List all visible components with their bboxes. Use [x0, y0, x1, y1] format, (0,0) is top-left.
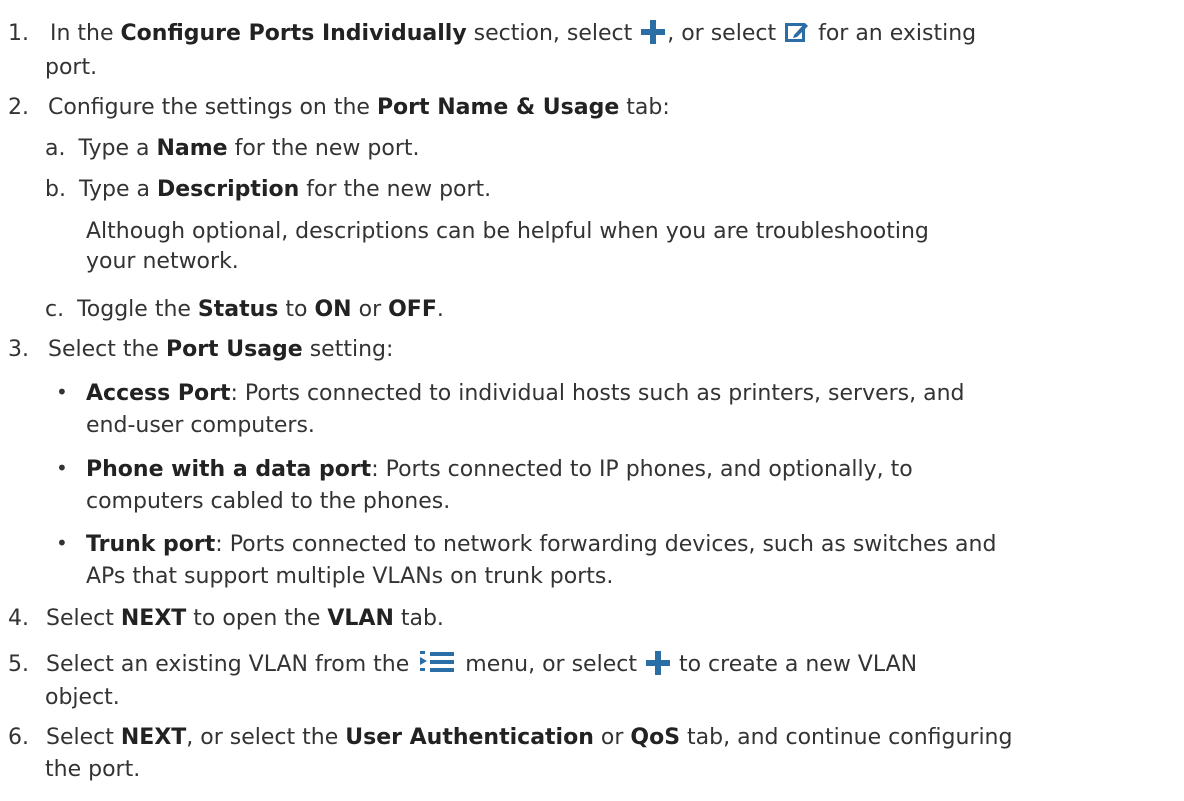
step-2b-note: Although optional, descriptions can be h…	[86, 219, 929, 244]
step-number: 1.	[8, 21, 29, 46]
edit-icon	[785, 21, 809, 43]
step-2b: b. Type a Description for the new port.	[45, 177, 492, 202]
step-2a: a. Type a Name for the new port.	[45, 136, 420, 161]
list-item-continued: end-user computers.	[86, 413, 315, 438]
step-number: 3.	[8, 337, 29, 362]
list-item-continued: computers cabled to the phones.	[86, 489, 451, 514]
bold-term: NEXT	[120, 725, 187, 750]
step-1-continued: port.	[45, 55, 98, 80]
bold-term: Configure Ports Individually	[120, 21, 467, 46]
bold-term: Port Usage	[165, 337, 303, 362]
list-item-trunk-port: Trunk port: Ports connected to network f…	[86, 532, 997, 557]
plus-icon	[645, 651, 670, 675]
bold-term: OFF	[388, 297, 437, 322]
bold-term: Name	[156, 136, 228, 161]
step-number: 4.	[8, 606, 29, 631]
step-3: 3. Select the Port Usage setting:	[8, 337, 394, 362]
bold-term: Phone with a data port	[86, 457, 372, 482]
step-number: 5.	[8, 652, 29, 677]
bullet-marker: •	[56, 456, 68, 480]
bullet-marker: •	[56, 380, 68, 404]
bold-term: Status	[197, 297, 279, 322]
step-2c: c. Toggle the Status to ON or OFF.	[45, 297, 444, 322]
list-item-access-port: Access Port: Ports connected to individu…	[86, 381, 965, 406]
step-2b-note-continued: your network.	[86, 249, 239, 274]
bold-term: QoS	[630, 725, 681, 750]
list-item-continued: APs that support multiple VLANs on trunk…	[86, 564, 614, 589]
step-2: 2. Configure the settings on the Port Na…	[8, 95, 670, 120]
bold-term: VLAN	[327, 606, 394, 631]
plus-icon	[641, 20, 666, 44]
bold-term: Port Name & Usage	[376, 95, 620, 120]
bold-term: Access Port	[86, 381, 231, 406]
list-item-phone-port: Phone with a data port: Ports connected …	[86, 457, 913, 482]
step-number: 6.	[8, 725, 29, 750]
step-number: 2.	[8, 95, 29, 120]
step-5: 5. Select an existing VLAN from the menu…	[8, 651, 918, 677]
step-6-continued: the port.	[45, 757, 141, 782]
bold-term: Description	[156, 177, 300, 202]
bold-term: ON	[314, 297, 352, 322]
bold-term: User Authentication	[345, 725, 594, 750]
bold-term: NEXT	[120, 606, 187, 631]
step-5-continued: object.	[45, 685, 120, 710]
instructions-document: 1. In the Configure Ports Individually s…	[0, 0, 1184, 801]
list-menu-icon	[420, 651, 455, 673]
bold-term: Trunk port	[86, 532, 216, 557]
step-4: 4. Select NEXT to open the VLAN tab.	[8, 606, 444, 631]
step-1: 1. In the Configure Ports Individually s…	[8, 20, 977, 46]
step-6: 6. Select NEXT, or select the User Authe…	[8, 725, 1013, 750]
bullet-marker: •	[56, 531, 68, 555]
